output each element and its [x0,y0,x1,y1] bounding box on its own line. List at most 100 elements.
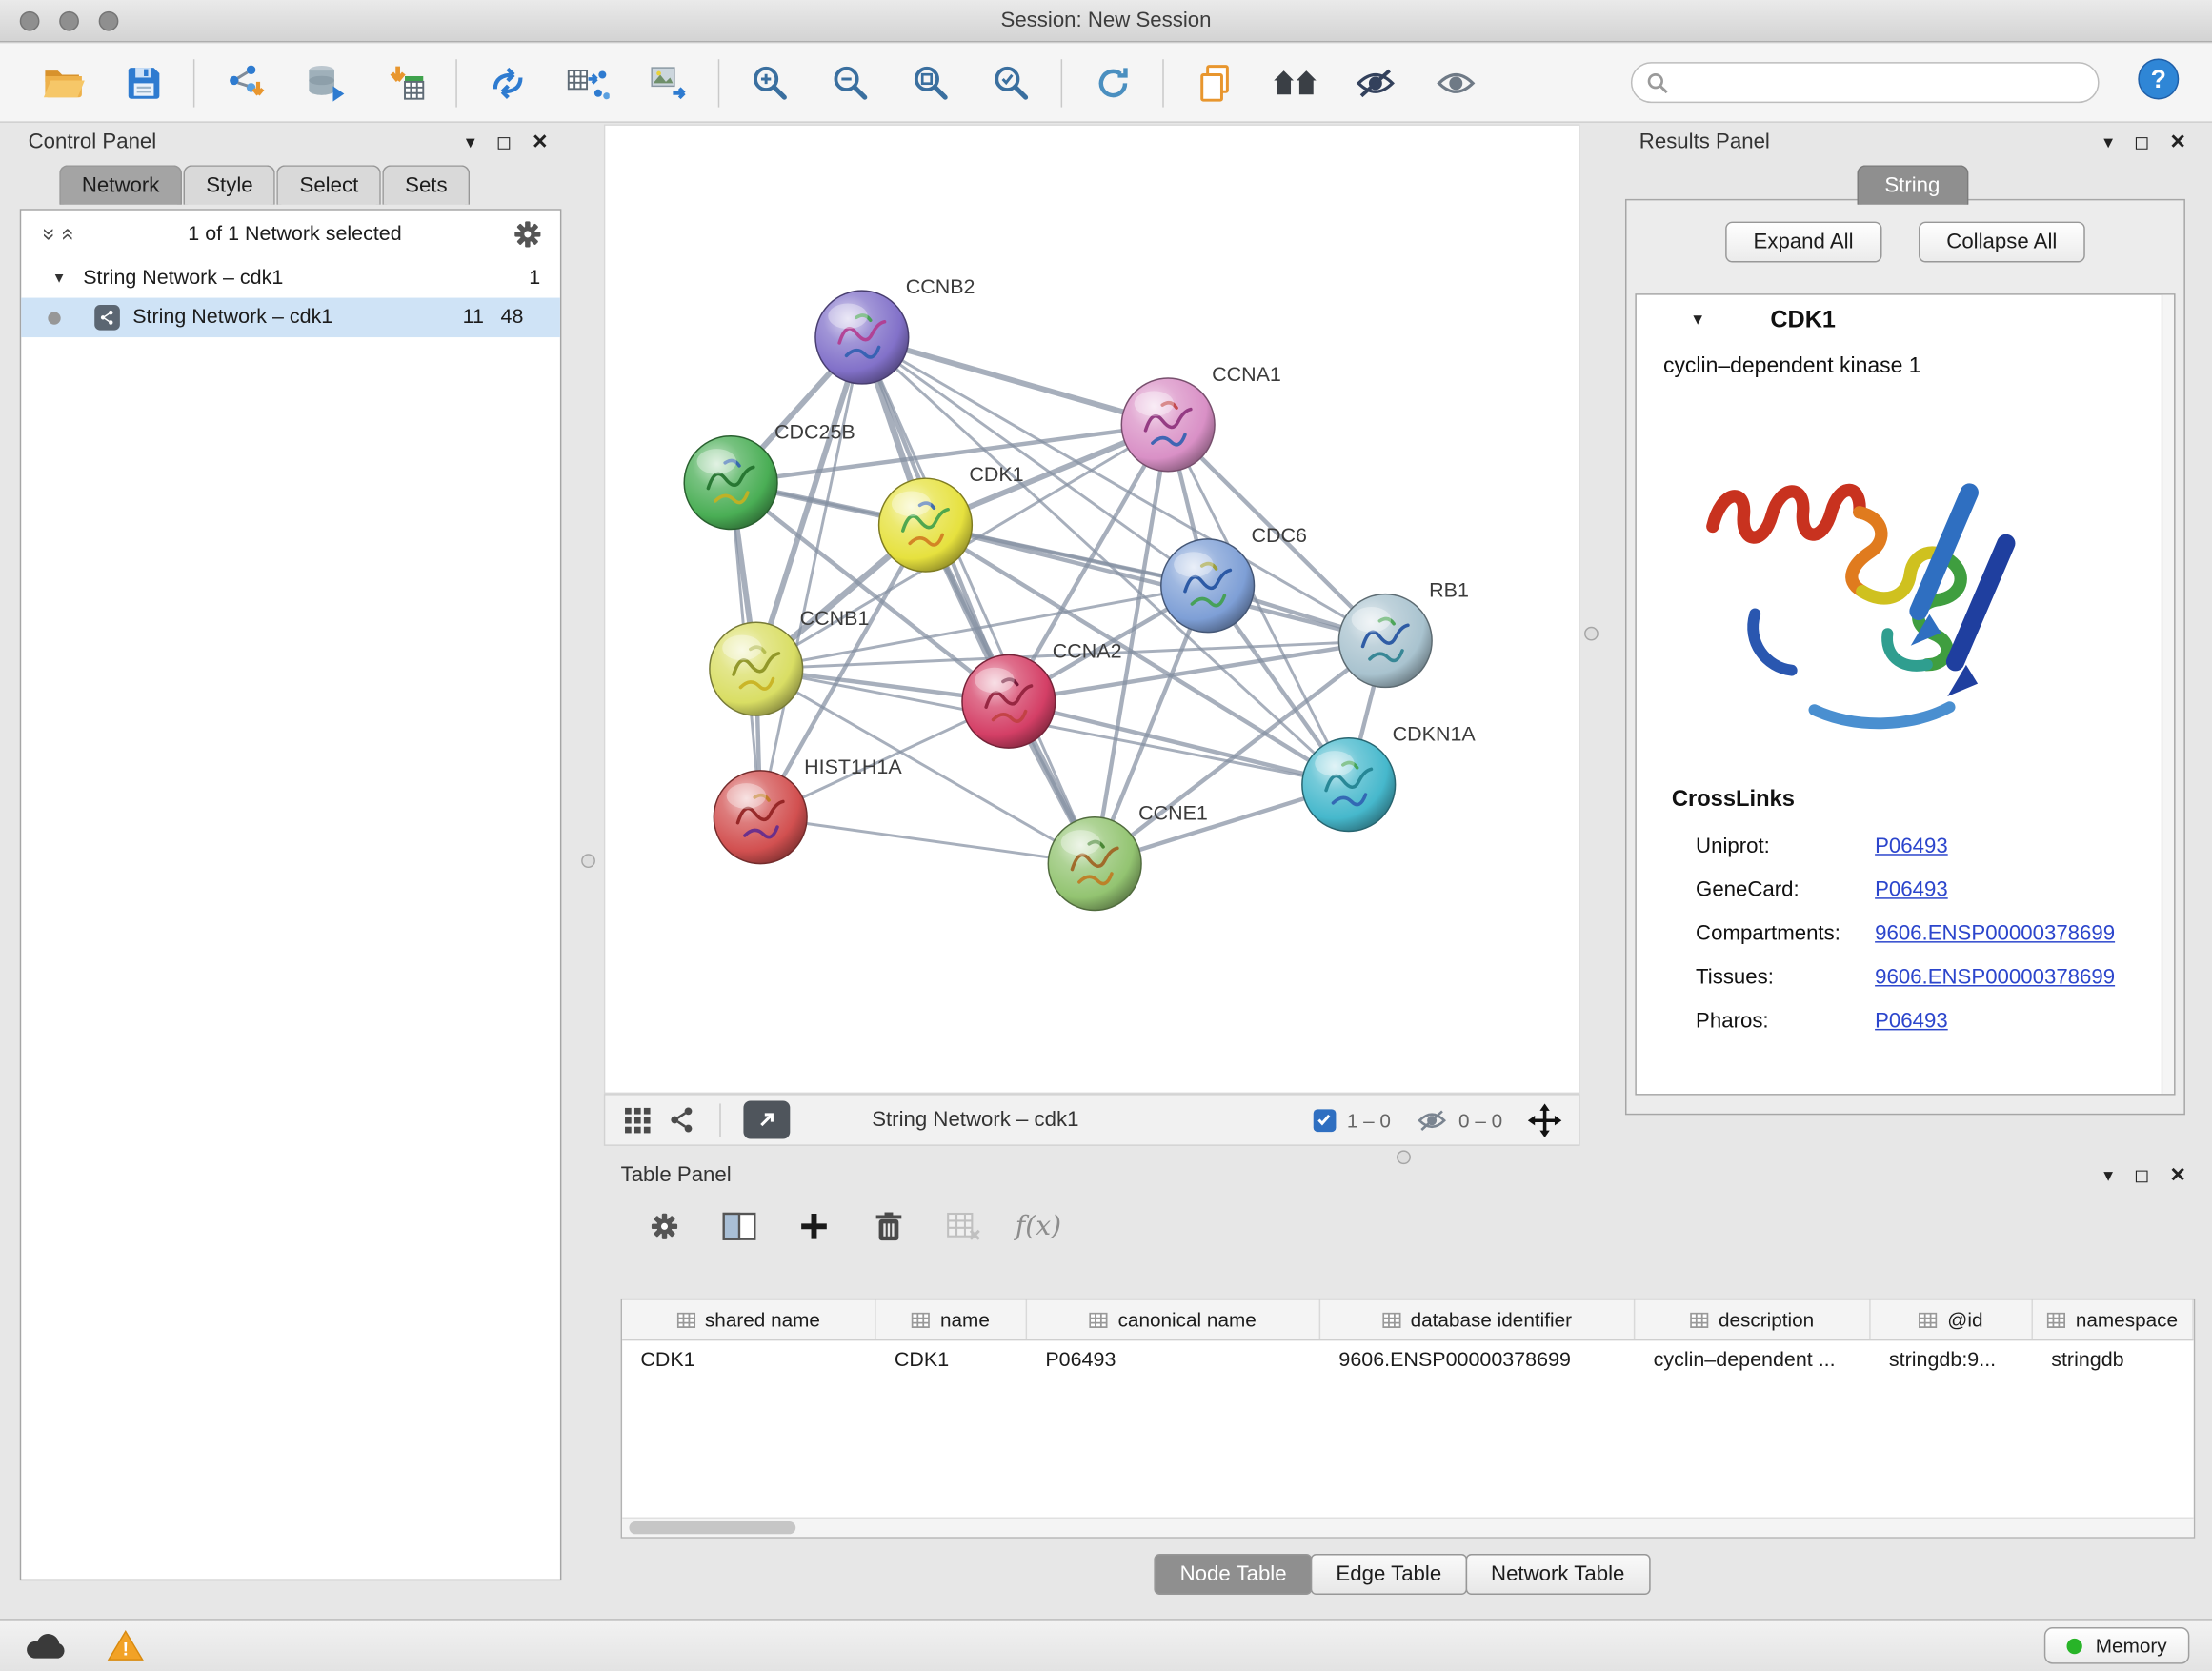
column-header[interactable]: database identifier [1320,1299,1635,1339]
crosslink-link[interactable]: P06493 [1875,835,1948,858]
column-header[interactable]: namespace [2033,1299,2194,1339]
network-from-selection-button[interactable] [467,51,547,113]
close-window-button[interactable] [20,11,40,31]
crosslink-link[interactable]: 9606.ENSP00000378699 [1875,965,2115,989]
gear-icon[interactable] [513,219,544,251]
table-settings-button[interactable] [629,1198,699,1255]
zoom-fit-button[interactable] [890,51,970,113]
panel-float-icon[interactable]: ◻ [496,132,512,151]
search-input[interactable] [1669,71,2083,94]
panel-menu-icon[interactable]: ▾ [2103,132,2113,151]
panel-close-icon[interactable]: × [2170,1161,2185,1187]
node-CCNA1[interactable]: CCNA1 [1121,363,1281,472]
refresh-network-button[interactable] [1072,51,1152,113]
collapse-triangle-icon[interactable]: ▼ [1690,312,1705,329]
tab-string[interactable]: String [1857,165,1968,204]
panel-close-icon[interactable]: × [533,129,548,154]
show-all-button[interactable] [1415,51,1495,113]
collapse-all-button[interactable]: Collapse All [1919,222,2085,263]
cell-database-identifier[interactable]: 9606.ENSP00000378699 [1320,1340,1635,1379]
zoom-window-button[interactable] [99,11,119,31]
network-row[interactable]: String Network – cdk1 11 48 [21,298,560,337]
crosslink-link[interactable]: P06493 [1875,1009,1948,1033]
export-image-button[interactable] [628,51,708,113]
save-session-button[interactable] [103,51,183,113]
cell-name[interactable]: CDK1 [876,1340,1027,1379]
tab-edge-table[interactable]: Edge Table [1311,1554,1467,1595]
import-database-button[interactable] [285,51,365,113]
horizontal-scrollbar[interactable] [622,1518,2194,1538]
network-view[interactable]: CCNB2CCNA1CDC25BCDK1CDC6RB1CCNB1CCNA2CDK… [604,124,1580,1094]
left-divider-handle[interactable] [581,854,595,868]
copy-document-button[interactable] [1174,51,1254,113]
crosslink-link[interactable]: P06493 [1875,877,1948,901]
network-graph[interactable]: CCNB2CCNA1CDC25BCDK1CDC6RB1CCNB1CCNA2CDK… [605,126,1579,1093]
zoom-in-button[interactable] [730,51,810,113]
edge-CCNB2-HIST1H1A[interactable] [760,337,862,817]
column-header[interactable]: description [1635,1299,1870,1339]
column-header[interactable]: @id [1871,1299,2033,1339]
panel-menu-icon[interactable]: ▾ [2103,1165,2113,1183]
edge-CDK1-RB1[interactable] [925,525,1385,640]
protein-section-header[interactable]: ▼ CDK1 [1637,295,2174,346]
warning-icon[interactable]: ! [108,1630,145,1661]
expand-all-button[interactable]: Expand All [1725,222,1881,263]
zoom-out-button[interactable] [810,51,890,113]
column-header[interactable]: canonical name [1027,1299,1320,1339]
node-HIST1H1A[interactable]: HIST1H1A [714,755,902,864]
cell-namespace[interactable]: stringdb [2033,1340,2194,1379]
function-builder-button[interactable]: f(x) [1003,1198,1074,1255]
collapse-triangle-icon[interactable]: ▼ [52,271,67,286]
grid-view-icon[interactable] [622,1104,654,1136]
tab-node-table[interactable]: Node Table [1155,1554,1312,1595]
delete-column-button[interactable] [854,1198,924,1255]
node-CCNB2[interactable]: CCNB2 [815,275,975,384]
tab-sets[interactable]: Sets [382,165,470,204]
create-column-button[interactable] [778,1198,849,1255]
pan-crosshair-icon[interactable] [1528,1103,1562,1137]
cell-description[interactable]: cyclin–dependent ... [1635,1340,1870,1379]
scrollbar-thumb[interactable] [629,1521,795,1534]
show-columns-button[interactable] [704,1198,774,1255]
edge-HIST1H1A-CCNE1[interactable] [760,817,1095,864]
panel-close-icon[interactable]: × [2170,129,2185,154]
home-views-button[interactable] [1255,51,1335,113]
tab-network[interactable]: Network [59,165,182,204]
panel-float-icon[interactable]: ◻ [2134,132,2149,151]
selected-nodes-checkbox[interactable] [1313,1109,1336,1132]
open-in-new-window-button[interactable] [743,1100,790,1138]
memory-button[interactable]: Memory [2044,1627,2189,1664]
cell-id[interactable]: stringdb:9... [1871,1340,2033,1379]
network-from-table-button[interactable] [548,51,628,113]
vertical-scrollbar[interactable] [2162,295,2174,1094]
expand-all-icon[interactable]: » [55,225,81,245]
node-RB1[interactable]: RB1 [1338,579,1469,688]
tab-select[interactable]: Select [277,165,381,204]
cell-canonical-name[interactable]: P06493 [1027,1340,1320,1379]
node-CCNB1[interactable]: CCNB1 [710,607,870,715]
tab-network-table[interactable]: Network Table [1465,1554,1650,1595]
column-header[interactable]: name [876,1299,1027,1339]
bottom-divider-handle[interactable] [1397,1150,1411,1164]
import-table-button[interactable] [366,51,446,113]
crosslink-link[interactable]: 9606.ENSP00000378699 [1875,921,2115,945]
share-view-icon[interactable] [667,1105,696,1135]
cloud-icon[interactable] [23,1630,70,1661]
import-network-button[interactable] [205,51,285,113]
help-button[interactable]: ? [2136,56,2181,109]
tab-style[interactable]: Style [184,165,276,204]
panel-float-icon[interactable]: ◻ [2134,1165,2149,1183]
right-divider-handle[interactable] [1584,627,1599,641]
table-row[interactable]: CDK1 CDK1 P06493 9606.ENSP00000378699 cy… [622,1340,2194,1379]
hide-selected-button[interactable] [1335,51,1415,113]
open-session-button[interactable] [23,51,103,113]
node-CDK1[interactable]: CDK1 [879,463,1024,572]
zoom-selected-button[interactable] [971,51,1051,113]
edge-CCNB2-CCNE1[interactable] [862,337,1095,864]
minimize-window-button[interactable] [59,11,79,31]
node-CDKN1A[interactable]: CDKN1A [1302,723,1477,832]
panel-menu-icon[interactable]: ▾ [466,132,475,151]
network-collection-row[interactable]: ▼ String Network – cdk1 1 [21,258,560,297]
column-header[interactable]: shared name [622,1299,876,1339]
cell-shared-name[interactable]: CDK1 [622,1340,876,1379]
